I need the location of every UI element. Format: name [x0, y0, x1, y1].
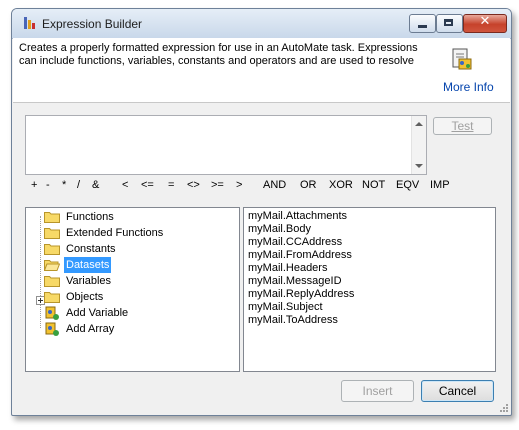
scroll-up-icon[interactable] — [415, 122, 423, 126]
folder-icon — [44, 276, 60, 287]
operator-minus[interactable]: - — [46, 179, 50, 191]
list-item[interactable]: myMail.ReplyAddress — [248, 288, 354, 301]
add-variable-icon — [45, 306, 59, 320]
operator-imp[interactable]: IMP — [430, 179, 450, 191]
insert-button[interactable]: Insert — [341, 380, 414, 402]
resize-grip-icon[interactable] — [499, 403, 509, 413]
cancel-button[interactable]: Cancel — [421, 380, 494, 402]
list-item[interactable]: myMail.CCAddress — [248, 236, 342, 249]
operator-greater-equal[interactable]: >= — [211, 179, 224, 191]
more-info-link[interactable]: More Info — [443, 80, 494, 94]
operator-multiply[interactable]: * — [62, 179, 66, 191]
list-item[interactable]: myMail.Subject — [248, 301, 323, 314]
add-array-icon — [45, 322, 59, 336]
operator-eqv[interactable]: EQV — [396, 179, 419, 191]
folder-icon — [44, 212, 60, 223]
category-tree[interactable]: Functions Extended Functions Constants D… — [25, 207, 240, 372]
list-item[interactable]: myMail.Attachments — [248, 210, 347, 223]
operator-and[interactable]: AND — [263, 179, 286, 191]
list-item[interactable]: myMail.FromAddress — [248, 249, 352, 262]
folder-icon — [44, 228, 60, 239]
list-item[interactable]: myMail.ToAddress — [248, 314, 338, 327]
window-title: Expression Builder — [42, 17, 143, 31]
minimize-icon — [418, 25, 427, 28]
operator-greater-than[interactable]: > — [236, 179, 242, 191]
maximize-button[interactable] — [436, 14, 463, 33]
description-text: Creates a properly formatted expression … — [19, 42, 418, 67]
operator-not-equal[interactable]: <> — [187, 179, 200, 191]
expression-input[interactable] — [25, 115, 427, 175]
operator-or[interactable]: OR — [300, 179, 317, 191]
list-item[interactable]: myMail.Body — [248, 223, 311, 236]
maximize-icon — [444, 19, 453, 26]
close-icon: ✕ — [479, 14, 491, 29]
more-info-icon[interactable] — [449, 47, 473, 71]
operator-less-equal[interactable]: <= — [141, 179, 154, 191]
expression-builder-window: Expression Builder ✕ Creates a properly … — [11, 8, 512, 416]
tree-guide-line — [40, 216, 41, 328]
close-button[interactable]: ✕ — [463, 14, 507, 33]
operator-concat[interactable]: & — [92, 179, 99, 191]
operator-equal[interactable]: = — [168, 179, 174, 191]
operator-less-than[interactable]: < — [122, 179, 128, 191]
open-folder-icon — [44, 260, 60, 271]
description-panel: Creates a properly formatted expression … — [13, 38, 510, 103]
list-item[interactable]: myMail.Headers — [248, 262, 327, 275]
folder-icon — [44, 244, 60, 255]
operator-divide[interactable]: / — [77, 179, 80, 191]
operator-not[interactable]: NOT — [362, 179, 385, 191]
list-item[interactable]: myMail.MessageID — [248, 275, 342, 288]
title-bar[interactable]: Expression Builder ✕ — [12, 9, 511, 39]
scroll-down-icon[interactable] — [415, 164, 423, 168]
automate-app-icon — [24, 17, 35, 29]
operator-xor[interactable]: XOR — [329, 179, 353, 191]
operator-plus[interactable]: + — [31, 179, 37, 191]
expression-scrollbar[interactable] — [411, 116, 426, 174]
folder-icon — [44, 292, 60, 303]
minimize-button[interactable] — [409, 14, 436, 33]
test-button[interactable]: Test — [433, 117, 492, 135]
item-list[interactable]: myMail.Attachments myMail.Body myMail.CC… — [243, 207, 496, 372]
